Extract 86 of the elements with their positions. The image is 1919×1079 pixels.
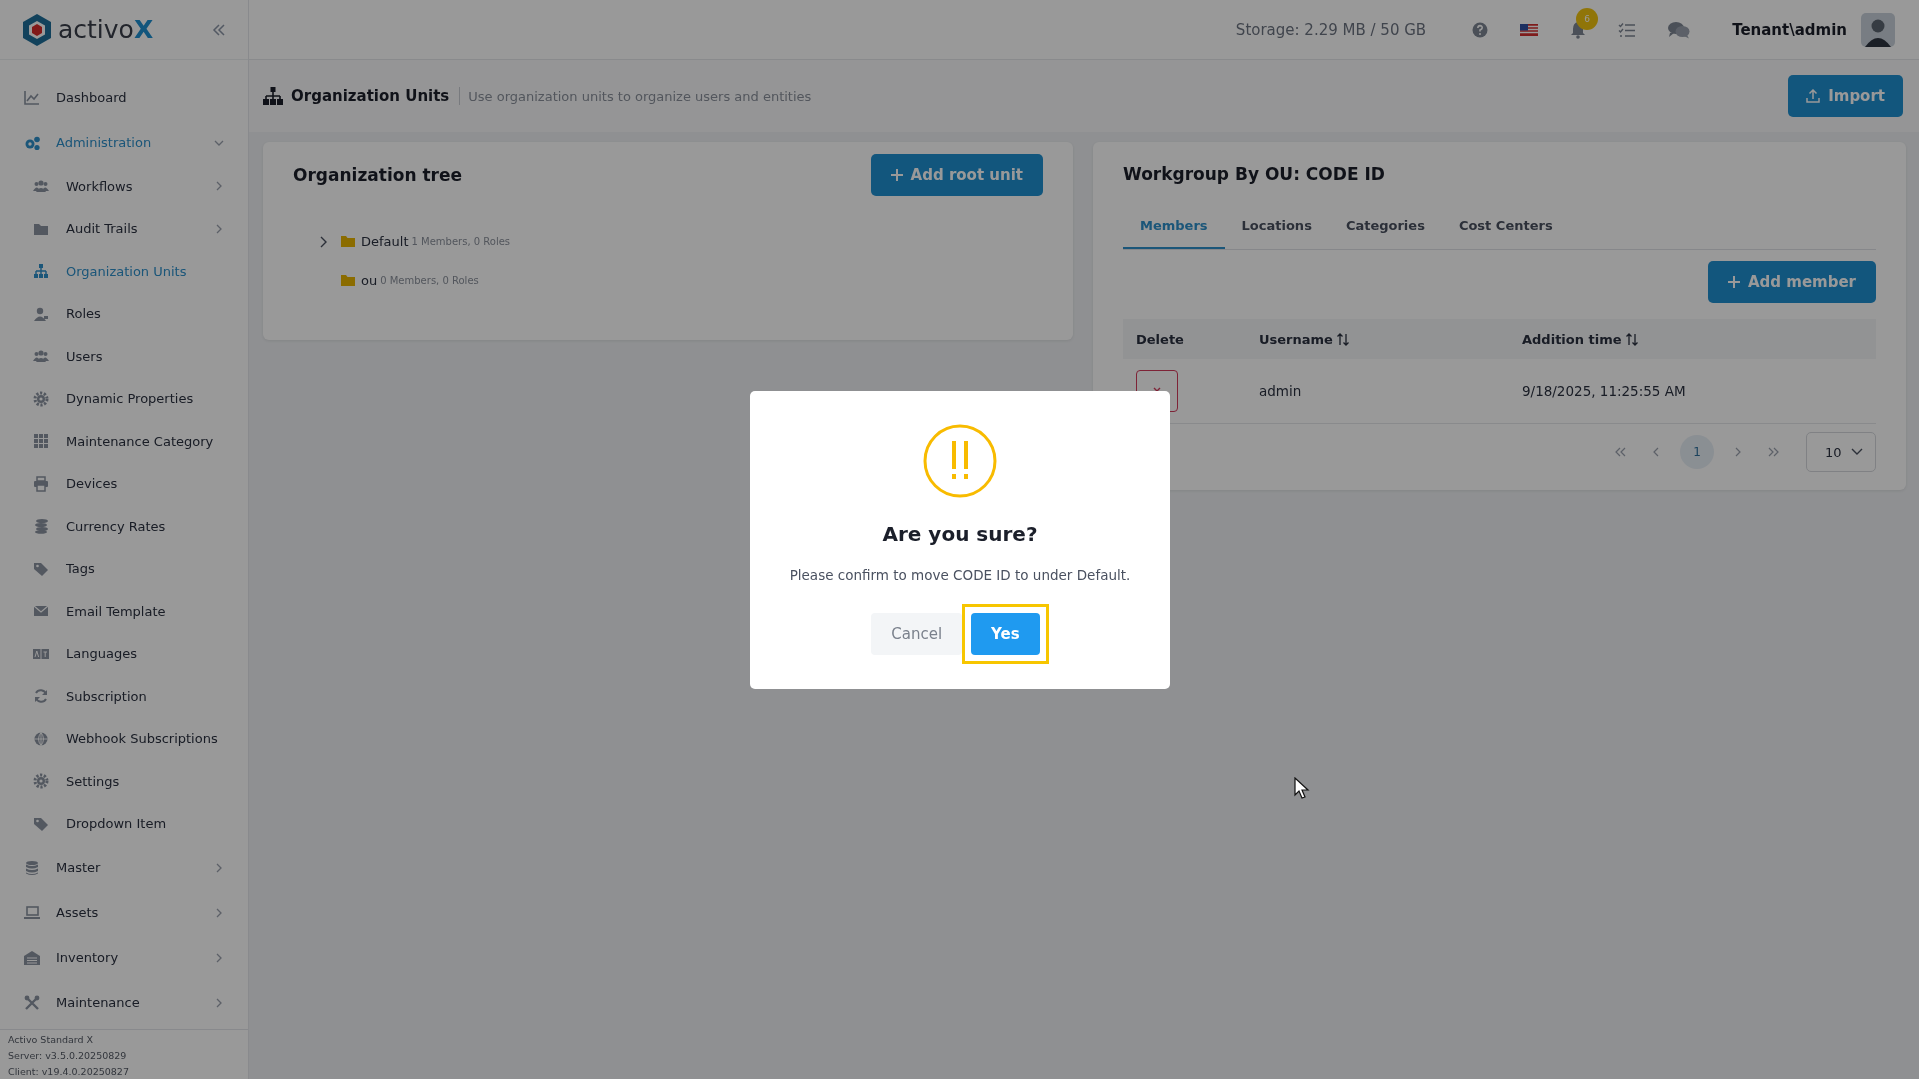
column-header[interactable]: Addition time (1522, 331, 1622, 347)
chevron-right-icon[interactable] (319, 235, 329, 248)
users-icon (33, 178, 49, 195)
version-text: Activo Standard X (8, 1034, 95, 1045)
tab[interactable]: Cost Centers (1441, 218, 1570, 249)
logo-icon (22, 12, 52, 47)
dialog-title: Are you sure? (882, 522, 1038, 546)
node-info: 0 Members, 0 Roles (380, 275, 479, 286)
version-text: Server: v3.5.0.20250829 (8, 1050, 128, 1061)
tools-icon (24, 994, 40, 1011)
hierarchy-icon (33, 263, 49, 280)
chevron-down-icon (1851, 448, 1863, 456)
version-text: Client: v19.4.0.20250827 (8, 1066, 130, 1077)
tree-node[interactable]: Default (361, 234, 409, 249)
page-size-select[interactable]: 10 (1806, 432, 1876, 472)
hierarchy-icon (263, 87, 283, 105)
sort-icon[interactable] (1625, 332, 1638, 346)
page-title: Organization Units (291, 87, 461, 105)
avatar-icon[interactable] (1861, 12, 1895, 47)
sort-icon[interactable] (1336, 332, 1349, 346)
node-info: 1 Members, 0 Roles (411, 236, 511, 247)
submenu-item[interactable]: Devices (0, 462, 248, 505)
submenu-item[interactable]: Subscription (0, 675, 248, 718)
cursor-icon (1294, 777, 1310, 799)
upload-icon (1806, 89, 1821, 103)
logo-text: activoX (58, 15, 154, 44)
table-cell: 9/18/2025, 11:25:55 AM (1522, 383, 1686, 399)
cancel-button[interactable]: Cancel (871, 613, 963, 655)
submenu-item[interactable]: Currency Rates (0, 505, 248, 548)
panel-title: Organization tree (293, 165, 462, 185)
tag-icon (33, 815, 49, 832)
submenu-item[interactable]: Maintenance Category (0, 420, 248, 463)
dialog-message: Please confirm to move CODE ID to under Default. (789, 567, 1131, 583)
submenu-item[interactable]: Roles (0, 292, 248, 335)
page-subtitle: Use organization units to organize users and entities (468, 88, 813, 104)
collapse-icon[interactable] (212, 22, 226, 37)
submenu-item[interactable]: Email Template (0, 590, 248, 633)
chat-icon[interactable] (1668, 20, 1691, 39)
panel-title: Workgroup By OU: CODE ID (1123, 164, 1386, 184)
submenu-item[interactable]: Settings (0, 760, 248, 803)
warning-icon (923, 424, 997, 498)
submenu-item[interactable]: Audit Trails (0, 207, 248, 250)
menu-item[interactable]: Dashboard (0, 75, 248, 120)
menu-item[interactable]: Maintenance (0, 980, 248, 1025)
tab[interactable]: Categories (1328, 218, 1442, 249)
confirm-button[interactable]: Yes (971, 613, 1040, 655)
database-icon (24, 859, 40, 876)
user-icon (33, 305, 49, 322)
page-button[interactable]: 1 (1680, 435, 1714, 469)
submenu-item[interactable]: Users (0, 335, 248, 378)
menu-item[interactable]: Master (0, 845, 248, 890)
coins-icon (33, 518, 49, 535)
table-cell: admin (1259, 383, 1302, 399)
help-icon[interactable] (1472, 21, 1489, 38)
submenu-item[interactable]: Dropdown Item (0, 802, 248, 845)
tag-icon (33, 560, 49, 577)
plus-icon (890, 169, 903, 181)
plus-icon (1727, 276, 1740, 288)
gear-icon (33, 773, 49, 790)
gear-icon (33, 390, 49, 407)
notification-badge: 6 (1576, 7, 1599, 30)
submenu-item[interactable]: Languages (0, 632, 248, 675)
submenu-item[interactable]: Webhook Subscriptions (0, 717, 248, 760)
storage-text: Storage: 2.29 MB / 50 GB (1235, 20, 1427, 39)
grid-icon (33, 433, 49, 450)
chart-icon (24, 89, 40, 106)
warehouse-icon (24, 949, 40, 966)
folder-icon (341, 236, 355, 247)
flag-icon[interactable] (1520, 23, 1539, 36)
submenu-item[interactable]: Dynamic Properties (0, 377, 248, 420)
user-name[interactable]: Tenant\admin (1732, 20, 1847, 39)
checklist-icon[interactable] (1618, 21, 1637, 38)
refresh-icon (33, 688, 49, 705)
menu-item[interactable]: Inventory (0, 935, 248, 980)
tab[interactable]: Locations (1224, 218, 1329, 249)
column-header[interactable]: Delete (1136, 331, 1184, 347)
column-header[interactable]: Username (1259, 331, 1333, 347)
submenu-item[interactable]: Tags (0, 547, 248, 590)
users-icon (33, 348, 49, 365)
globe-icon (33, 730, 49, 747)
laptop-icon (24, 904, 40, 921)
gears-icon (24, 134, 40, 151)
menu-item[interactable]: Assets (0, 890, 248, 935)
tree-node[interactable]: ou (361, 273, 378, 288)
submenu-item[interactable]: Workflows (0, 165, 248, 208)
printer-icon (33, 475, 49, 492)
